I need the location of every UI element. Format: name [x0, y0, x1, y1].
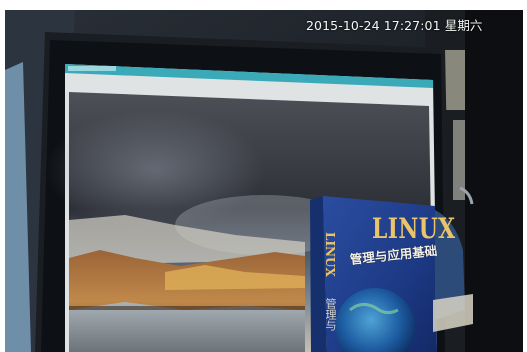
book-spine-title: LINUX — [323, 232, 337, 277]
timestamp-overlay: 2015-10-24 17:27:01 星期六 — [306, 18, 483, 33]
wallpaper-shore — [69, 306, 305, 310]
book-cover-title: LINUX — [372, 212, 456, 245]
screen-title-bar-text — [68, 66, 116, 71]
right-dark-edge — [465, 10, 523, 352]
book-spine-subtitle: 管理与 — [324, 298, 337, 331]
photo-scene — [5, 10, 523, 352]
photo-drawing — [5, 10, 523, 352]
